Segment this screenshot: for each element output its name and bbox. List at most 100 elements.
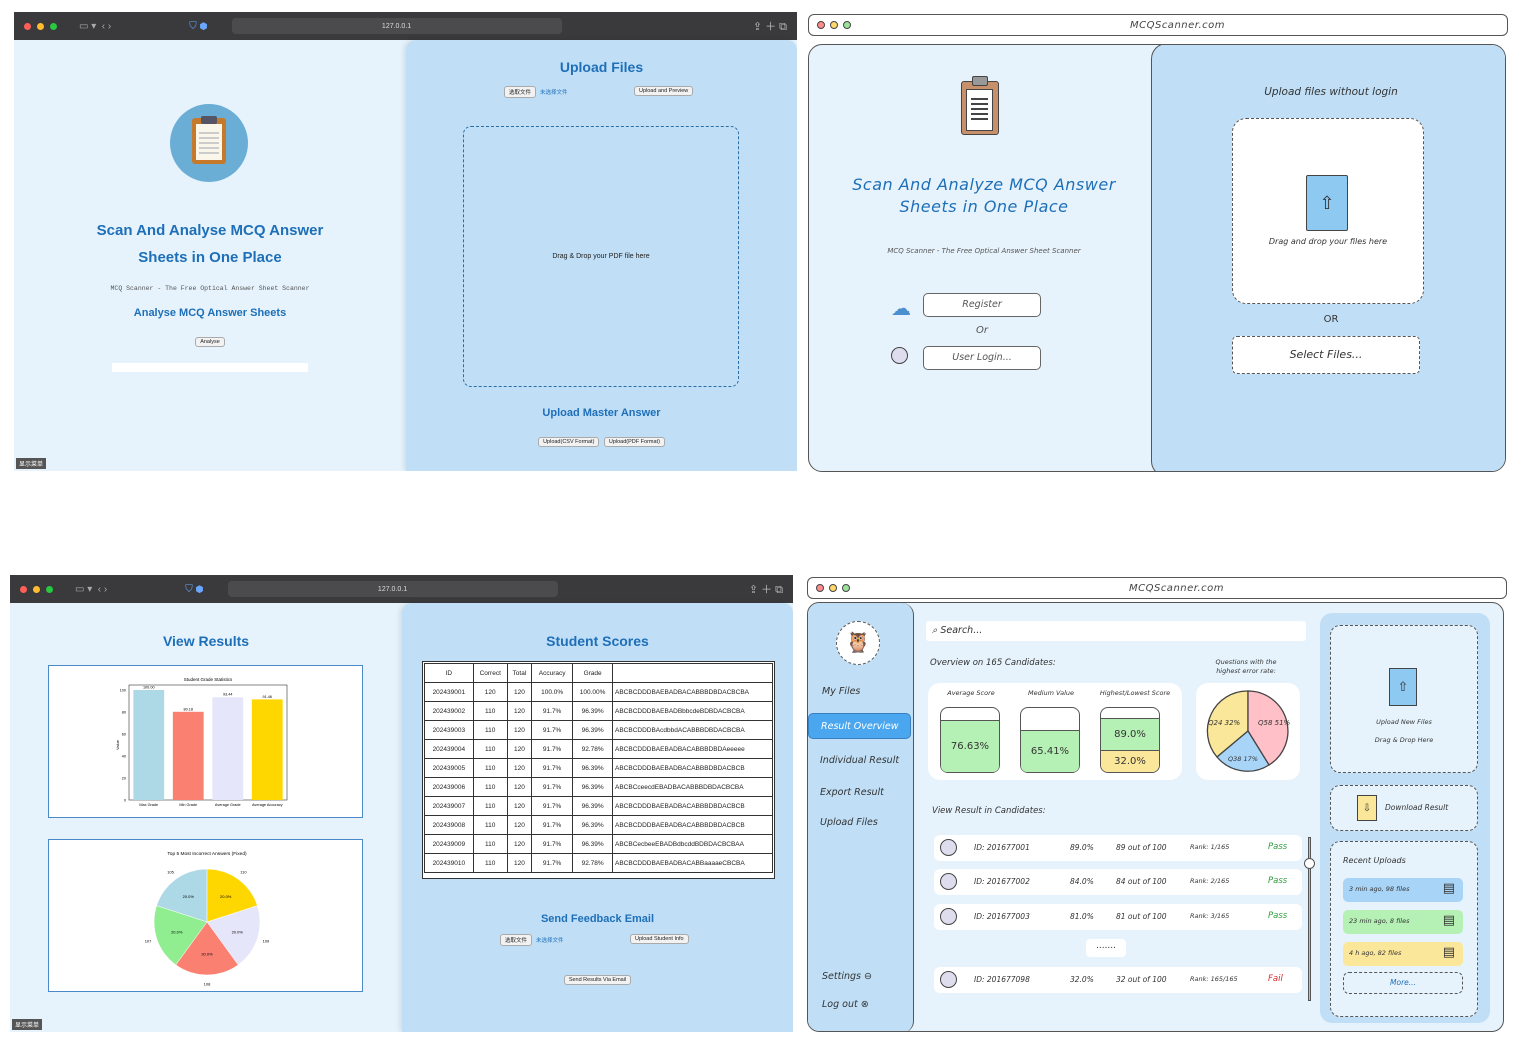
analyse-button[interactable]: Analyse [195, 337, 225, 347]
table-cell: 91.7% [531, 739, 574, 759]
download-result-button[interactable]: ⇩ Download Result [1330, 785, 1478, 831]
settings-label: Settings [822, 971, 861, 982]
upload-new-label: Upload New Files [1376, 718, 1432, 726]
nav-upload-files[interactable]: Upload Files [820, 817, 878, 828]
upload-student-info-button[interactable]: Upload Student Info [630, 934, 689, 944]
candidate-score: 84 out of 100 [1116, 877, 1167, 886]
table-row: 202439010 110 120 91.7% 92.78% ABCBCDDDBAEBAD… [424, 853, 773, 873]
table-cell: 91.7% [531, 758, 574, 778]
table-cell: 120 [506, 853, 533, 873]
minimize-dot[interactable] [37, 22, 44, 30]
show-menu-tag[interactable]: 显示菜单 [16, 458, 47, 469]
no-file-label: 未选择文件 [540, 90, 568, 96]
close-dot[interactable] [24, 22, 31, 30]
recent-upload-label: 4 h ago, 82 files [1349, 949, 1402, 957]
choose-file-button[interactable]: 选取文件 [500, 934, 533, 946]
upload-pdf-button[interactable]: Upload(PDF Format) [603, 437, 665, 447]
table-cell: 110 [472, 834, 508, 854]
minimize-dot[interactable] [33, 585, 40, 593]
close-dot[interactable] [817, 21, 825, 29]
table-cell: ABCBCceecdEBADBACABBBDBDACBCBA [612, 777, 773, 797]
maximize-dot[interactable] [50, 22, 57, 30]
table-header-cell: Correct [472, 663, 508, 683]
logout-label: Log out [822, 999, 858, 1010]
table-cell: 110 [472, 720, 508, 740]
nav-my-files[interactable]: My Files [822, 686, 860, 697]
share-icon[interactable]: ⇪ ＋ ⧉ [749, 581, 783, 597]
minimize-dot[interactable] [830, 21, 838, 29]
table-row: 202439006 110 120 91.7% 96.39% ABCBCceecdEBAD… [424, 777, 773, 797]
pie-category-label: 110 [240, 869, 247, 874]
nav-export-result[interactable]: Export Result [820, 787, 884, 798]
logout-icon: ⊗ [860, 999, 869, 1010]
candidate-row[interactable]: ID: 201677002 84.0% 84 out of 100 Rank: 2/1… [934, 869, 1302, 895]
send-results-button[interactable]: Send Results Via Email [563, 975, 632, 985]
show-menu-tag[interactable]: 显示菜单 [12, 1019, 43, 1030]
search-bar[interactable]: ⌕ Search... [926, 621, 1306, 641]
candidate-rank: Rank: 1/165 [1190, 843, 1230, 851]
panel-sketch-dashboard: MCQScanner.com 🦉 My Files Result Overvie… [807, 577, 1507, 1035]
settings-link[interactable]: Settings ⊖ [822, 971, 872, 982]
bar-value-label: 91.46 [262, 695, 272, 699]
recent-upload-item[interactable]: 4 h ago, 82 files ▤ [1343, 942, 1463, 966]
more-candidates-ellipsis[interactable]: ....... [1086, 939, 1126, 957]
recent-upload-item[interactable]: 23 min ago, 8 files ▤ [1343, 910, 1463, 934]
error-rate-pie: Q24 32% Q58 51% Q38 17% [1206, 690, 1291, 772]
clipboard-logo-icon [170, 104, 248, 182]
maximize-dot[interactable] [842, 584, 850, 592]
bar-value-label: 93.44 [223, 693, 233, 697]
candidate-status: Pass [1268, 842, 1288, 852]
recent-upload-item[interactable]: 3 min ago, 98 files ▤ [1343, 878, 1463, 902]
right-column: ⇧ Upload New Files Drag & Drop Here ⇩ Do… [1320, 613, 1490, 1023]
candidate-row[interactable]: ID: 201677098 32.0% 32 out of 100 Rank: 165… [934, 967, 1302, 993]
upload-csv-button[interactable]: Upload(CSV Format) [538, 437, 600, 447]
left-half: Scan And Analyse MCQ Answer Sheets in On… [14, 40, 406, 471]
nav-icons[interactable]: ▭ ▾ ‹ › [75, 584, 107, 595]
nav-icons[interactable]: ▭ ▾ ‹ › [79, 21, 111, 32]
right-half: Student Scores ID Correct Total Accuracy Gra… [402, 603, 793, 1032]
nav-result-overview[interactable]: Result Overview [808, 713, 911, 739]
document-icon: ▤ [1442, 913, 1455, 928]
pdf-drop-zone[interactable]: Drag & Drop your PDF file here [463, 126, 739, 387]
logout-link[interactable]: Log out ⊗ [822, 999, 869, 1010]
nav-individual-result[interactable]: Individual Result [820, 755, 899, 766]
close-dot[interactable] [816, 584, 824, 592]
address-bar[interactable]: 127.0.0.1 [231, 18, 562, 34]
recent-upload-label: 23 min ago, 8 files [1349, 917, 1410, 925]
table-cell: 91.7% [531, 834, 574, 854]
y-tick-label: 40 [122, 755, 126, 759]
table-cell: 120 [506, 720, 533, 740]
candidate-status: Pass [1268, 911, 1288, 921]
upload-preview-button[interactable]: Upload and Preview [634, 86, 694, 96]
table-cell: 120 [506, 701, 533, 721]
pie-category-label: 105 [167, 869, 174, 874]
table-row: 202439009 110 120 91.7% 96.39% ABCBCecbeeEBAD… [424, 834, 773, 854]
list-scrollbar[interactable] [1304, 837, 1315, 1001]
table-cell: ABCBCDDDBAEBADBACABBBDBDACBCBA [612, 682, 773, 702]
choose-file-button[interactable]: 选取文件 [504, 86, 537, 98]
select-files-button[interactable]: Select Files... [1232, 336, 1420, 374]
minimize-dot[interactable] [829, 584, 837, 592]
table-cell: 91.7% [531, 720, 574, 740]
table-cell: ABCBCecbeeEBADBdbcddBDBDACBCBAA [612, 834, 773, 854]
page-title-line1: Scan And Analyse MCQ Answer [96, 222, 324, 239]
download-icon: ⇩ [1357, 795, 1377, 821]
more-button[interactable]: More... [1343, 972, 1463, 994]
cloud-icon: ☁ [891, 296, 911, 320]
address-bar[interactable]: 127.0.0.1 [227, 581, 558, 597]
close-dot[interactable] [20, 585, 27, 593]
drop-zone[interactable]: ⇧ Drag and drop your files here [1232, 118, 1424, 304]
sketch-url[interactable]: MCQScanner.com [856, 20, 1499, 31]
user-login-button[interactable]: User Login... [923, 346, 1041, 370]
sketch-url[interactable]: MCQScanner.com [855, 583, 1498, 594]
maximize-dot[interactable] [46, 585, 53, 593]
grade-bar-chart: Student Grade Statistics Value 0 20 40 60 80 10… [115, 677, 288, 807]
maximize-dot[interactable] [843, 21, 851, 29]
register-button[interactable]: Register [923, 293, 1041, 317]
shield-icon: ⛉ ⬢ [185, 583, 204, 595]
share-icon[interactable]: ⇪ ＋ ⧉ [753, 18, 787, 34]
scores-table-wrap[interactable]: ID Correct Total Accuracy Grade 202439001 120… [422, 661, 775, 879]
candidate-row[interactable]: ID: 201677003 81.0% 81 out of 100 Rank: 3/1… [934, 904, 1302, 930]
upload-new-files-zone[interactable]: ⇧ Upload New Files Drag & Drop Here [1330, 625, 1478, 773]
candidate-row[interactable]: ID: 201677001 89.0% 89 out of 100 Rank: 1/1… [934, 835, 1302, 861]
